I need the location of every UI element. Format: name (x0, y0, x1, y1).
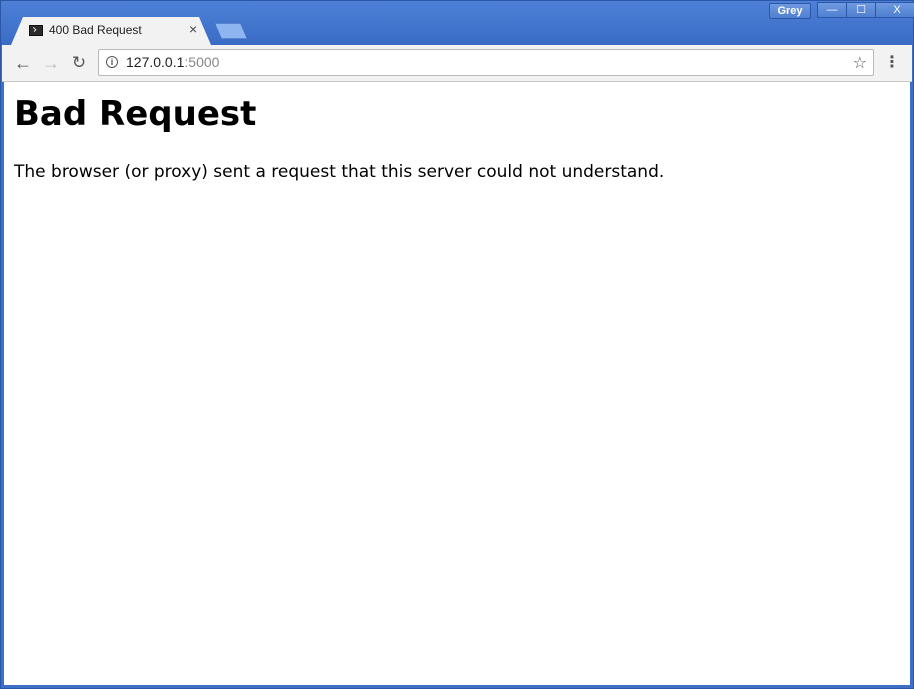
tab-close-button[interactable]: × (189, 21, 197, 37)
new-tab-button[interactable] (215, 23, 247, 39)
browser-toolbar: ← → ↻ i 127.0.0.1:5000 ☆ ⋮ (2, 45, 912, 82)
reload-button[interactable]: ↻ (68, 52, 90, 74)
tab-active[interactable]: 400 Bad Request × (11, 17, 211, 45)
title-bar: 400 Bad Request × Grey — ☐ X (1, 1, 914, 45)
browser-window: 400 Bad Request × Grey — ☐ X ← → ↻ i 127… (0, 0, 914, 689)
url-text[interactable]: 127.0.0.1:5000 (126, 54, 219, 70)
forward-button[interactable]: → (40, 52, 62, 74)
profile-button[interactable]: Grey (769, 3, 811, 19)
tab-title: 400 Bad Request (49, 23, 142, 37)
maximize-button[interactable]: ☐ (846, 2, 876, 18)
close-window-button[interactable]: X (875, 2, 914, 18)
window-controls: — ☐ X (817, 2, 914, 19)
page-content: Bad Request The browser (or proxy) sent … (4, 82, 910, 685)
error-message: The browser (or proxy) sent a request th… (14, 162, 665, 182)
info-icon[interactable]: i (106, 56, 118, 68)
terminal-icon (29, 25, 43, 36)
url-host: 127.0.0.1 (126, 54, 185, 70)
page-title: Bad Request (14, 94, 257, 134)
url-port: :5000 (184, 54, 220, 70)
menu-icon[interactable]: ⋮ (882, 53, 902, 73)
back-button[interactable]: ← (12, 52, 34, 74)
bookmark-star-icon[interactable]: ☆ (853, 53, 867, 73)
address-bar[interactable]: i 127.0.0.1:5000 ☆ (98, 49, 874, 76)
minimize-button[interactable]: — (817, 2, 847, 18)
